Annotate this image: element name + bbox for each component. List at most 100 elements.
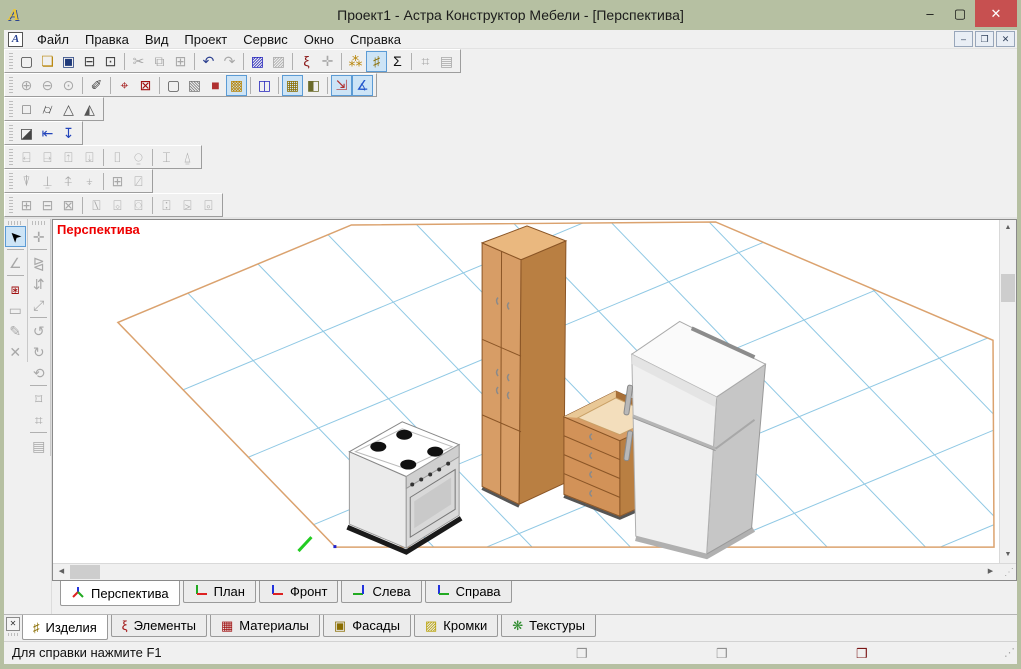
- toolbar-grip[interactable]: [9, 53, 13, 69]
- edge-banding-button[interactable]: ⇤: [37, 123, 58, 144]
- primitive-revolve-button[interactable]: ◭: [79, 99, 100, 120]
- delete-tool-button[interactable]: ✕: [5, 341, 26, 362]
- vertical-scroll-track[interactable]: [1000, 236, 1016, 547]
- tool-column-grip[interactable]: [8, 221, 23, 225]
- copy-button[interactable]: ⧉: [149, 51, 170, 72]
- resize-grip[interactable]: ⋰: [1004, 642, 1015, 664]
- show-volume-button[interactable]: ◧: [303, 75, 324, 96]
- tab-elements[interactable]: ξЭлементы: [111, 615, 207, 637]
- show-edges-button[interactable]: ◫: [254, 75, 275, 96]
- mdi-close-button[interactable]: ✕: [996, 31, 1015, 47]
- draw-contour-button[interactable]: ✎: [5, 320, 26, 341]
- show-fittings-button[interactable]: ▦: [282, 75, 303, 96]
- report-document-button[interactable]: ▤: [436, 51, 457, 72]
- attach-width-button[interactable]: ⌼: [128, 195, 149, 216]
- cancel-selection-button[interactable]: ⊠: [135, 75, 156, 96]
- move-on-place-button[interactable]: ⇲: [331, 75, 352, 96]
- scroll-up-button[interactable]: ▲: [1000, 220, 1016, 236]
- scroll-down-button[interactable]: ▼: [1000, 547, 1016, 563]
- toolbar-grip[interactable]: [9, 173, 13, 189]
- tool-column-grip[interactable]: [32, 221, 47, 225]
- tab-front[interactable]: Фронт: [259, 581, 338, 603]
- draw-rect-button[interactable]: ▭: [5, 299, 26, 320]
- fit-selection-button[interactable]: ⌑: [28, 388, 49, 409]
- textured-mode-button[interactable]: ▩: [226, 75, 247, 96]
- shaded-mode-button[interactable]: ■: [205, 75, 226, 96]
- toolbar-grip[interactable]: [9, 101, 13, 117]
- composition-button[interactable]: ♯: [366, 51, 387, 72]
- horizontal-scroll-thumb[interactable]: [70, 565, 100, 579]
- tab-materials[interactable]: ▦Материалы: [210, 615, 320, 637]
- zoom-out-button[interactable]: ⊖: [37, 75, 58, 96]
- zoom-window-button[interactable]: ⊕: [16, 75, 37, 96]
- align-left-edges-button[interactable]: ⍇: [16, 147, 37, 168]
- toolbar-grip[interactable]: [9, 125, 13, 141]
- stretch-up-button[interactable]: ⊞: [16, 195, 37, 216]
- menu-item-file[interactable]: Файл: [29, 30, 77, 49]
- toolbar-grip[interactable]: [9, 77, 13, 93]
- show-axes-button[interactable]: ∡: [352, 75, 373, 96]
- toolbar-grip[interactable]: [9, 149, 13, 165]
- edge-fill-all-button[interactable]: ▨: [268, 51, 289, 72]
- new-fragment-button[interactable]: ⧆: [5, 278, 26, 299]
- tall-cabinet[interactable]: [482, 226, 566, 506]
- close-tab-bar-button[interactable]: ✕: [6, 617, 20, 631]
- viewport-canvas[interactable]: Перспектива: [53, 220, 999, 563]
- wireframe-mode-button[interactable]: ▢: [163, 75, 184, 96]
- center-horizontal-button[interactable]: ⌷: [107, 147, 128, 168]
- attach-right-button[interactable]: ⌺: [107, 195, 128, 216]
- space-vertical-button[interactable]: ⍙: [177, 147, 198, 168]
- horizontal-scrollbar[interactable]: ◀ ▶: [53, 564, 999, 580]
- mdi-minimize-button[interactable]: –: [954, 31, 973, 47]
- maximize-button[interactable]: ▢: [945, 6, 975, 22]
- close-button[interactable]: ✕: [975, 0, 1017, 27]
- print-button[interactable]: ⊟: [79, 51, 100, 72]
- dock-top-button[interactable]: ⍒: [16, 171, 37, 192]
- center-view-button[interactable]: ⌖: [114, 75, 135, 96]
- move-object-button[interactable]: ✛: [28, 226, 49, 247]
- tab-bar-grip[interactable]: [8, 633, 18, 636]
- swap-objects-button[interactable]: ⇵: [28, 273, 49, 294]
- cut-button[interactable]: ✂: [128, 51, 149, 72]
- hidden-line-mode-button[interactable]: ▧: [184, 75, 205, 96]
- gas-stove[interactable]: [347, 422, 461, 552]
- lay-panel-button[interactable]: ↧: [58, 123, 79, 144]
- resize-all-button[interactable]: ⌻: [198, 195, 219, 216]
- center-vertical-button[interactable]: ⍜: [128, 147, 149, 168]
- toolbar-grip[interactable]: [9, 197, 13, 213]
- fit-width-button[interactable]: ⊞: [107, 171, 128, 192]
- align-right-edges-button[interactable]: ⍈: [37, 147, 58, 168]
- save-button[interactable]: ▣: [58, 51, 79, 72]
- zoom-all-button[interactable]: ⊙: [58, 75, 79, 96]
- menu-item-view[interactable]: Вид: [137, 30, 177, 49]
- refrigerator[interactable]: [624, 321, 766, 556]
- space-horizontal-button[interactable]: ⌶: [156, 147, 177, 168]
- dock-right-button[interactable]: ⍖: [79, 171, 100, 192]
- vertical-scroll-thumb[interactable]: [1001, 274, 1015, 302]
- structure-tree-button[interactable]: ⁂: [345, 51, 366, 72]
- align-top-edges-button[interactable]: ⍐: [58, 147, 79, 168]
- scene-3d[interactable]: [53, 220, 999, 563]
- panel-by-contour-button[interactable]: ◪: [16, 123, 37, 144]
- report-composition-button[interactable]: ⌗: [415, 51, 436, 72]
- open-folder-button[interactable]: ❏: [37, 51, 58, 72]
- tab-products[interactable]: ♯Изделия: [22, 615, 108, 640]
- rotate-free-button[interactable]: ↺: [28, 320, 49, 341]
- tab-facades[interactable]: ▣Фасады: [323, 615, 411, 637]
- rotate-cw-button[interactable]: ↻: [28, 341, 49, 362]
- resize-frame-button[interactable]: ⍄: [177, 195, 198, 216]
- attach-left-button[interactable]: ⍂: [86, 195, 107, 216]
- menu-item-edit[interactable]: Правка: [77, 30, 137, 49]
- minimize-button[interactable]: –: [915, 6, 945, 21]
- tab-right[interactable]: Справа: [425, 581, 512, 603]
- rotate-ccw-button[interactable]: ⟲: [28, 362, 49, 383]
- redo-button[interactable]: ↷: [219, 51, 240, 72]
- measure-tool-button[interactable]: ⤢: [28, 294, 49, 315]
- menu-item-project[interactable]: Проект: [176, 30, 235, 49]
- orbit-view-button[interactable]: ✐: [86, 75, 107, 96]
- scroll-right-button[interactable]: ▶: [982, 564, 999, 580]
- move-fastener-button[interactable]: ✛: [317, 51, 338, 72]
- tab-textures[interactable]: ❋Текстуры: [501, 615, 596, 637]
- undo-button[interactable]: ↶: [198, 51, 219, 72]
- menu-item-window[interactable]: Окно: [296, 30, 342, 49]
